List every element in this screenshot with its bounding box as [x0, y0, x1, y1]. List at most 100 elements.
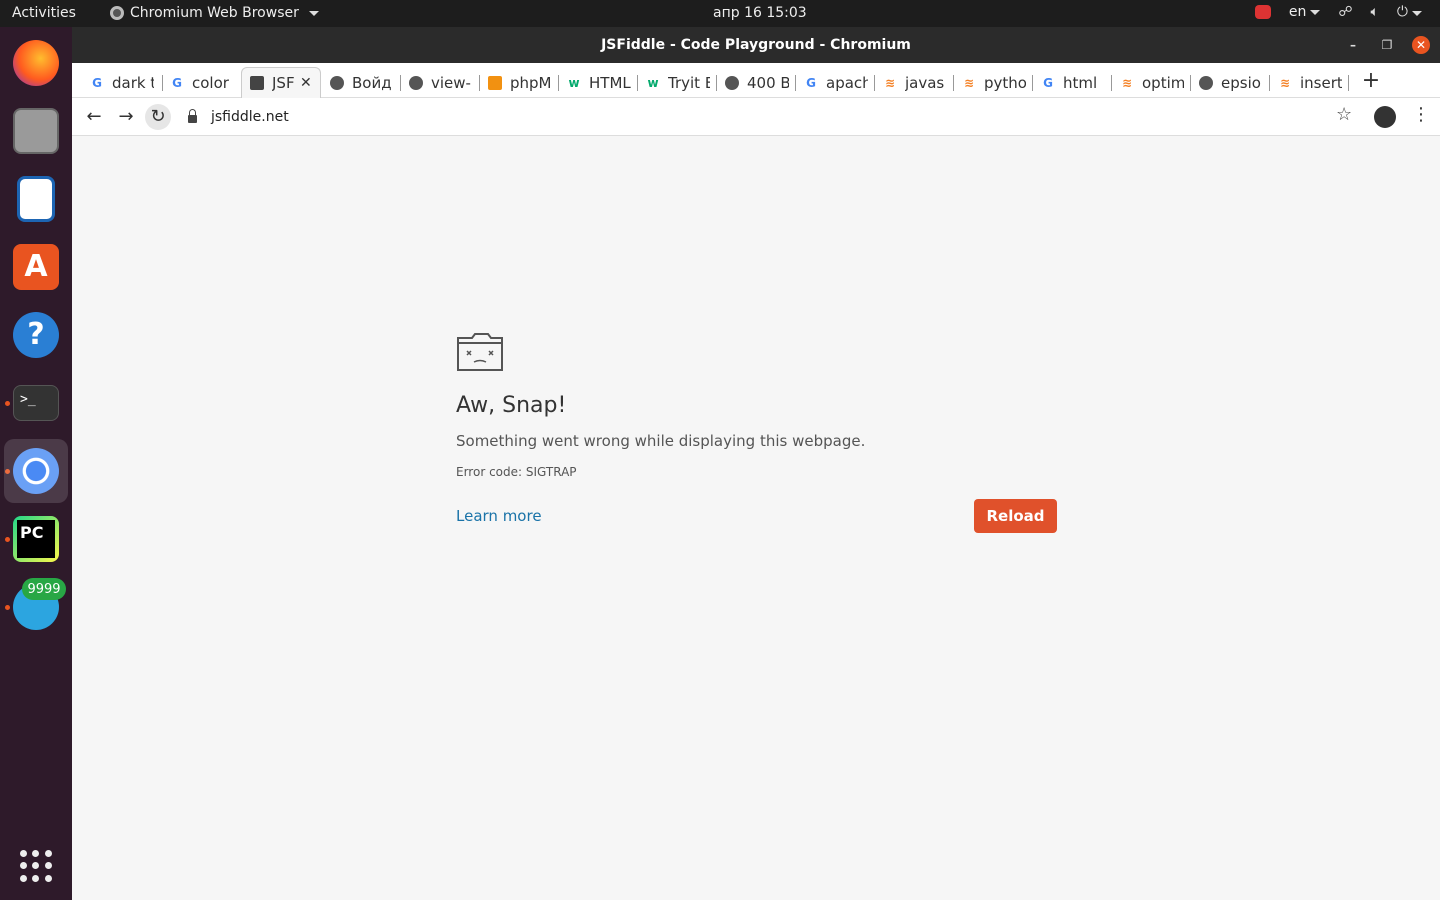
chromium-icon: [110, 6, 124, 20]
indicator-icon[interactable]: [1254, 5, 1271, 19]
globe-icon: [725, 75, 739, 90]
system-tray: en ☍ 🔈︎ ⏻: [1254, 4, 1422, 20]
tab[interactable]: w HTML: [559, 67, 637, 98]
globe-icon: [409, 75, 423, 90]
activities-button[interactable]: Activities: [12, 5, 76, 21]
terminal-launcher[interactable]: >_: [4, 371, 68, 435]
tab-label: optim: [1142, 73, 1184, 92]
tab[interactable]: ≋ pytho: [954, 67, 1032, 98]
software-launcher[interactable]: A: [4, 235, 68, 299]
tab[interactable]: Gcolor: [162, 67, 240, 98]
show-applications-icon[interactable]: [20, 850, 52, 882]
help-launcher[interactable]: ?: [4, 303, 68, 367]
bookmark-star-icon[interactable]: ☆: [1336, 104, 1352, 125]
browser-window: JSFiddle - Code Playground - Chromium – …: [72, 27, 1440, 900]
terminal-icon: >_: [13, 385, 59, 421]
stackoverflow-icon: ≋: [963, 75, 975, 90]
dock: A ? >_ PC 9999: [0, 27, 72, 900]
app-menu[interactable]: Chromium Web Browser: [110, 5, 319, 21]
tab[interactable]: 400 B: [717, 67, 795, 98]
close-tab-icon[interactable]: ✕: [300, 75, 312, 91]
tab[interactable]: Войд: [322, 67, 400, 98]
firefox-icon: [13, 40, 59, 86]
error-code: Error code: SIGTRAP: [456, 465, 577, 479]
chevron-down-icon: [1412, 11, 1422, 16]
writer-launcher[interactable]: [4, 167, 68, 231]
tab[interactable]: Gapach: [796, 67, 874, 98]
language-label: en: [1288, 4, 1307, 20]
network-icon[interactable]: ☍: [1338, 4, 1352, 20]
tab[interactable]: ≋ insert: [1270, 67, 1348, 98]
error-message: Something went wrong while displaying th…: [456, 432, 866, 450]
chromium-icon: [13, 448, 59, 494]
tab-label: pytho: [984, 73, 1026, 92]
system-top-bar: Activities Chromium Web Browser апр 16 1…: [0, 0, 1440, 27]
tab-label: JSF: [272, 74, 294, 92]
notification-badge: 9999: [22, 578, 66, 600]
tab-label: view-: [431, 73, 471, 92]
stackoverflow-icon: ≋: [1279, 75, 1291, 90]
tab-label: insert: [1300, 73, 1342, 92]
tab[interactable]: Gdark t: [82, 67, 160, 98]
jsfiddle-icon: [250, 76, 264, 90]
lock-icon[interactable]: [188, 109, 197, 123]
google-icon: G: [92, 75, 102, 90]
tab[interactable]: w Tryit E: [638, 67, 716, 98]
new-tab-icon[interactable]: +: [1360, 67, 1382, 95]
phpmyadmin-icon: [488, 75, 502, 90]
app-menu-label: Chromium Web Browser: [130, 5, 299, 21]
stackoverflow-icon: ≋: [884, 75, 896, 90]
tab-label: javas: [905, 73, 945, 92]
tab-active[interactable]: JSF ✕: [241, 67, 321, 98]
forward-icon[interactable]: →: [113, 104, 139, 130]
menu-kebab-icon[interactable]: ⋮: [1412, 104, 1430, 125]
tab-label: Tryit E: [668, 73, 710, 92]
learn-more-link[interactable]: Learn more: [456, 507, 542, 525]
tab-strip: Gdark t Gcolor JSF ✕ Войд view- phpM w HTM…: [72, 63, 1440, 98]
minimize-icon[interactable]: –: [1344, 36, 1362, 54]
google-icon: G: [172, 75, 182, 90]
tab[interactable]: phpM: [480, 67, 558, 98]
volume-icon[interactable]: 🔈︎: [1371, 4, 1379, 20]
writer-icon: [17, 176, 55, 222]
tab[interactable]: view-: [401, 67, 479, 98]
power-icon[interactable]: ⏻: [1397, 4, 1422, 20]
stackoverflow-icon: ≋: [1121, 75, 1133, 90]
help-icon: ?: [13, 312, 59, 358]
pycharm-icon: PC: [13, 516, 59, 562]
files-icon: [13, 108, 59, 154]
google-icon: G: [806, 75, 816, 90]
tab-separator: [1348, 75, 1349, 91]
tab-label: epsio: [1221, 73, 1261, 92]
reload-icon[interactable]: ↻: [145, 104, 171, 130]
tab[interactable]: epsio: [1191, 67, 1269, 98]
tab[interactable]: Ghtml: [1033, 67, 1111, 98]
restore-icon[interactable]: ❐: [1378, 36, 1396, 54]
browser-toolbar: ← → ↻ jsfiddle.net ☆ ⋮: [72, 98, 1440, 136]
firefox-launcher[interactable]: [4, 31, 68, 95]
chromium-launcher[interactable]: [4, 439, 68, 503]
tab-label: apach: [826, 73, 868, 92]
pycharm-launcher[interactable]: PC: [4, 507, 68, 571]
tab-label: dark t: [112, 73, 154, 92]
language-selector[interactable]: en: [1289, 4, 1321, 20]
window-title: JSFiddle - Code Playground - Chromium: [601, 37, 911, 53]
window-titlebar: JSFiddle - Code Playground - Chromium – …: [72, 27, 1440, 63]
tab-label: Войд: [352, 73, 392, 92]
tab[interactable]: ≋ javas: [875, 67, 953, 98]
tab-label: HTML: [589, 73, 631, 92]
profile-avatar-icon[interactable]: [1374, 106, 1396, 128]
tab-label: html: [1063, 73, 1098, 92]
tab[interactable]: ≋ optim: [1112, 67, 1190, 98]
address-bar[interactable]: jsfiddle.net: [182, 103, 1352, 131]
tab-label: color: [192, 73, 229, 92]
reload-button[interactable]: Reload: [974, 499, 1057, 533]
w3schools-icon: w: [647, 75, 659, 90]
clock[interactable]: апр 16 15:03: [713, 5, 807, 21]
back-icon[interactable]: ←: [81, 104, 107, 130]
files-launcher[interactable]: [4, 99, 68, 163]
sad-tab-icon: [457, 333, 503, 371]
globe-icon: [1199, 75, 1213, 90]
close-icon[interactable]: ✕: [1412, 36, 1430, 54]
error-title: Aw, Snap!: [456, 393, 567, 418]
